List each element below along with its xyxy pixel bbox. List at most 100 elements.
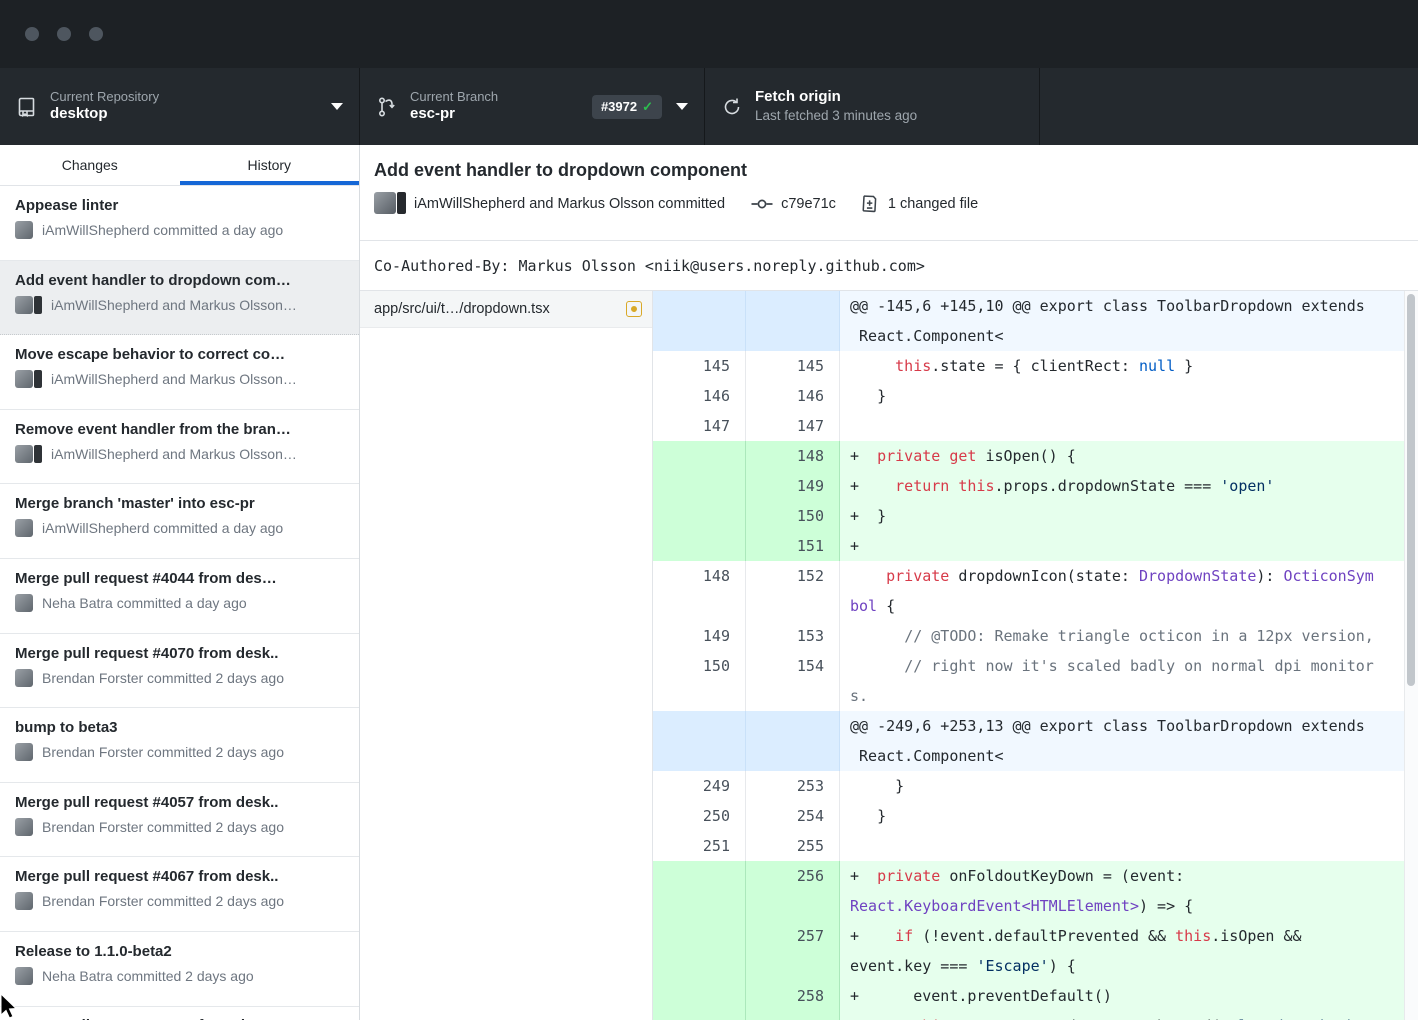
sidebar: Changes History Appease linteriAmWillShe… [0, 145, 360, 1020]
commit-row-meta: Neha Batra committed a day ago [15, 594, 349, 612]
diff-scrollbar[interactable] [1404, 291, 1418, 1020]
current-repository-button[interactable]: Current Repository desktop [0, 68, 360, 145]
commit-row-meta: Brendan Forster committed 2 days ago [15, 892, 349, 910]
repository-name: desktop [50, 105, 159, 124]
commit-hash: c79e71c [781, 196, 836, 212]
commit-row-byline: iAmWillShepherd and Markus Olsson… [51, 446, 297, 462]
toolbar: Current Repository desktop Current Branc… [0, 68, 1418, 145]
avatar [15, 221, 33, 239]
check-icon: ✓ [642, 99, 653, 115]
commit-row-title: Merge pull request #4044 from des… [15, 570, 349, 587]
zoom-button[interactable] [89, 27, 103, 41]
commit-row-meta: Brendan Forster committed 2 days ago [15, 743, 349, 761]
close-button[interactable] [25, 27, 39, 41]
main-panel: Add event handler to dropdown component … [360, 145, 1418, 1020]
diff-gutter-new: 149 [746, 471, 840, 501]
commit-description: Co-Authored-By: Markus Olsson <niik@user… [360, 240, 1418, 291]
avatar [15, 296, 33, 314]
commit-row-title: Remove event handler from the bran… [15, 421, 349, 438]
fetch-origin-button[interactable]: Fetch origin Last fetched 3 minutes ago [705, 68, 1040, 145]
diff-line: 147147 [653, 411, 1418, 441]
diff-line: 249253 } [653, 771, 1418, 801]
avatar [15, 967, 33, 985]
commit-row-meta: iAmWillShepherd committed a day ago [15, 519, 349, 537]
commit-row[interactable]: Move escape behavior to correct co…iAmWi… [0, 335, 359, 410]
commit-row[interactable]: Release to 1.1.0-beta2Neha Batra committ… [0, 932, 359, 1007]
diff-code: @@ -145,6 +145,10 @@ export class Toolba… [840, 291, 1418, 351]
diff-gutter-new: 256 [746, 861, 840, 921]
commit-row[interactable]: Add event handler to dropdown com…iAmWil… [0, 261, 359, 336]
diff-gutter-old [653, 921, 746, 981]
diff-line: 256+ private onFoldoutKeyDown = (event: … [653, 861, 1418, 921]
diff-gutter-new: 255 [746, 831, 840, 861]
commit-row[interactable]: Merge pull request #4073 from des… [0, 1007, 359, 1020]
minimize-button[interactable] [57, 27, 71, 41]
diff-gutter-old: 250 [653, 801, 746, 831]
diff-gutter-new: 253 [746, 771, 840, 801]
commit-row[interactable]: bump to beta3 Brendan Forster committed 2… [0, 708, 359, 783]
diff-line: 151+ [653, 531, 1418, 561]
diff-gutter-old [653, 981, 746, 1011]
diff-gutter-old: 147 [653, 411, 746, 441]
diff-code: } [840, 381, 1418, 411]
diff-gutter-new: 254 [746, 801, 840, 831]
tab-history[interactable]: History [180, 145, 360, 185]
commit-row-title: Merge pull request #4070 from desk.. [15, 645, 349, 662]
commit-row[interactable]: Appease linteriAmWillShepherd committed … [0, 186, 359, 261]
diff-code: } [840, 771, 1418, 801]
sidebar-tabs: Changes History [0, 145, 359, 186]
commit-byline: iAmWillShepherd and Markus Olsson commit… [414, 196, 725, 212]
file-list: app/src/ui/t…/dropdown.tsx [360, 291, 653, 1020]
diff-gutter-old [653, 711, 746, 771]
diff-gutter-new [746, 711, 840, 771]
diff-code: + } [840, 501, 1418, 531]
diff-gutter-new: 146 [746, 381, 840, 411]
fetch-title: Fetch origin [755, 88, 917, 107]
diff-gutter-old: 249 [653, 771, 746, 801]
diff-gutter-old [653, 861, 746, 921]
titlebar [0, 0, 1418, 68]
commit-row-byline: Brendan Forster committed 2 days ago [42, 670, 284, 686]
commit-row[interactable]: Merge pull request #4057 from desk..Bren… [0, 783, 359, 858]
changed-file-icon [858, 195, 880, 213]
commit-row[interactable]: Merge branch 'master' into esc-priAmWill… [0, 484, 359, 559]
diff-gutter-new: 145 [746, 351, 840, 381]
commit-row-byline: Brendan Forster committed 2 days ago [42, 819, 284, 835]
diff-gutter-new: 154 [746, 651, 840, 711]
git-commit-icon [751, 195, 773, 213]
commit-row-byline: iAmWillShepherd committed a day ago [42, 520, 283, 536]
avatar [15, 669, 33, 687]
commit-row[interactable]: Merge pull request #4067 from desk..Bren… [0, 857, 359, 932]
diff-gutter-new: 147 [746, 411, 840, 441]
avatar [15, 818, 33, 836]
commit-row-meta: Neha Batra committed 2 days ago [15, 967, 349, 985]
author-avatars [374, 192, 406, 216]
commit-row-title: bump to beta3 [15, 719, 349, 736]
commit-row-meta: iAmWillShepherd and Markus Olsson… [15, 296, 349, 314]
diff-code: + if (!event.defaultPrevented && this.is… [840, 921, 1418, 981]
commit-row-byline: iAmWillShepherd and Markus Olsson… [51, 297, 297, 313]
diff-code: + private get isOpen() { [840, 441, 1418, 471]
repo-icon [16, 96, 38, 118]
diff-gutter-old: 150 [653, 651, 746, 711]
file-row[interactable]: app/src/ui/t…/dropdown.tsx [360, 291, 652, 328]
tab-changes[interactable]: Changes [0, 145, 180, 185]
diff-gutter-old [653, 501, 746, 531]
commit-row[interactable]: Merge pull request #4070 from desk.. Bren… [0, 634, 359, 709]
commit-row[interactable]: Remove event handler from the bran… iAmWi… [0, 410, 359, 485]
diff-code: this.state = { clientRect: null } [840, 351, 1418, 381]
current-branch-button[interactable]: Current Branch esc-pr #3972 ✓ [360, 68, 705, 145]
scrollbar-thumb[interactable] [1407, 294, 1415, 686]
commit-row-byline: Brendan Forster committed 2 days ago [42, 893, 284, 909]
commit-row-byline: Neha Batra committed a day ago [42, 595, 247, 611]
diff-code [840, 411, 1418, 441]
diff-line: @@ -145,6 +145,10 @@ export class Toolba… [653, 291, 1418, 351]
diff-code [840, 831, 1418, 861]
diff-line: 257+ if (!event.defaultPrevented && this… [653, 921, 1418, 981]
avatar [15, 445, 33, 463]
diff-gutter-new: 151 [746, 531, 840, 561]
commit-row-title: Appease linter [15, 197, 349, 214]
diff-line: 259+ this.props.onDropdownStateChanged('… [653, 1011, 1418, 1020]
commit-row[interactable]: Merge pull request #4044 from des… Neha B… [0, 559, 359, 634]
modified-file-icon [626, 301, 642, 317]
